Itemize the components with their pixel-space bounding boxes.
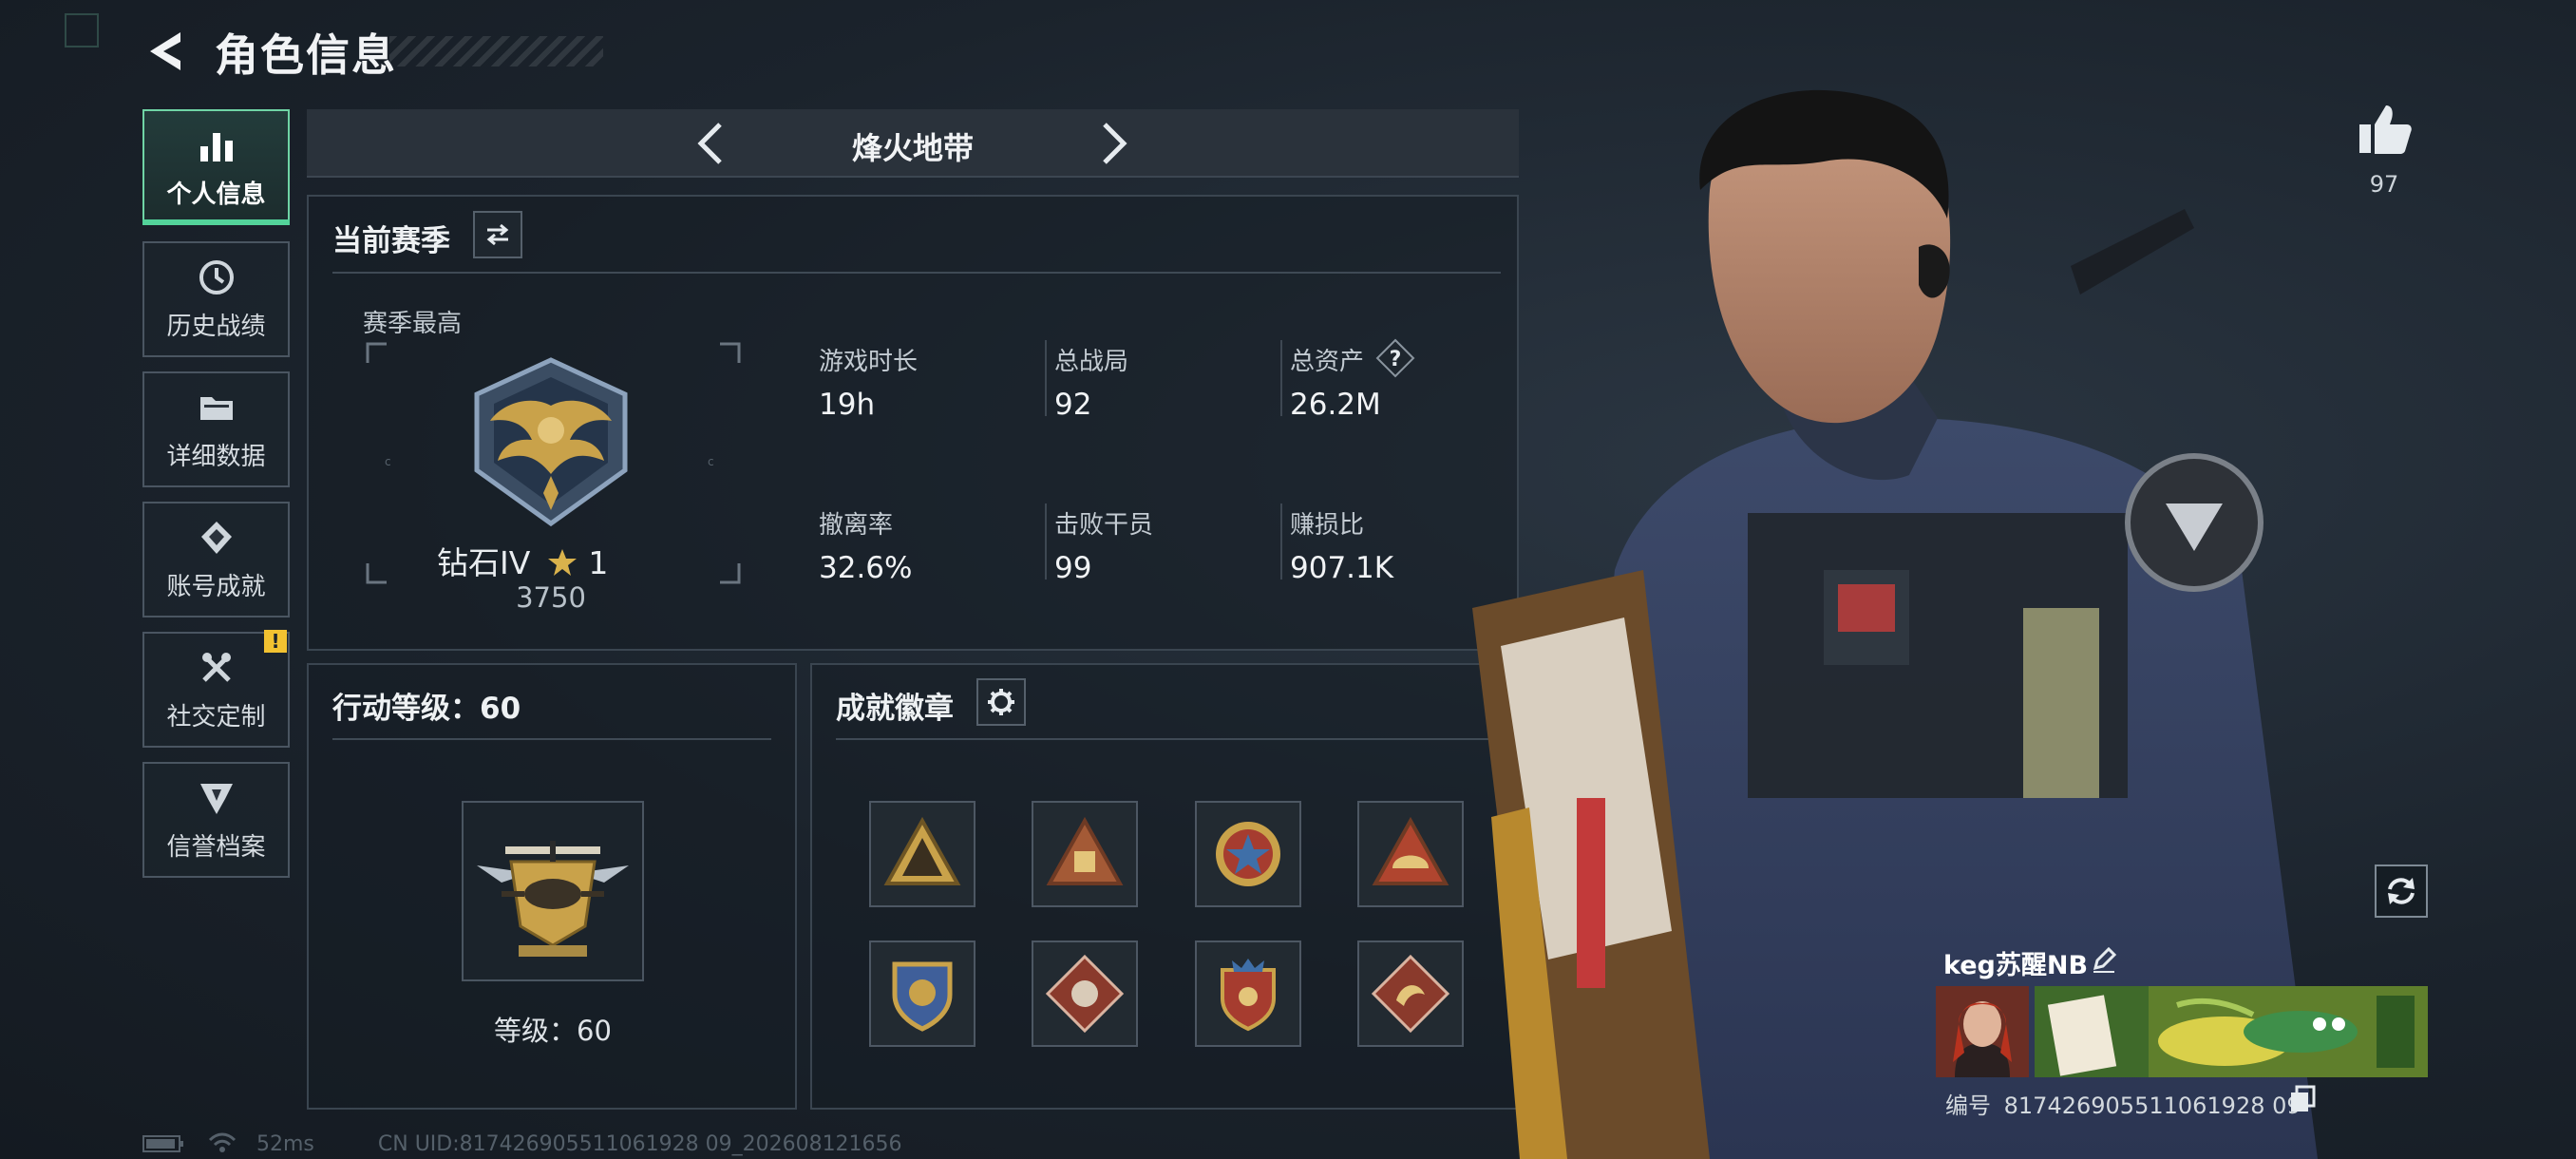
- sidebar-item-credit-record[interactable]: 信誉档案: [142, 762, 290, 878]
- dragon-diamond-badge-icon: [1371, 954, 1450, 1034]
- crown-shield-badge-icon: [1221, 959, 1276, 1032]
- player-id-label: 编号: [1945, 1092, 1991, 1119]
- player-id: 编号 817426905511061928 09: [1945, 1087, 2301, 1120]
- season-best-label: 赛季最高: [363, 310, 463, 338]
- stat-label: 游戏时长: [819, 348, 919, 376]
- stat-label: 总战局: [1054, 348, 1129, 376]
- divider: [332, 272, 1501, 274]
- shield-crest-badge-icon: [892, 961, 953, 1032]
- warning-triangle-badge-icon: [883, 816, 961, 885]
- achievement-badge[interactable]: [1195, 940, 1301, 1047]
- thumbs-up-icon[interactable]: [2356, 100, 2415, 159]
- stat-value: 19h: [819, 388, 876, 422]
- achievement-settings-button[interactable]: [976, 678, 1026, 726]
- divider: [1045, 340, 1047, 416]
- achievement-badge[interactable]: [1032, 801, 1138, 907]
- swap-icon: [486, 223, 509, 246]
- helicopter-emblem-icon: [477, 841, 629, 957]
- stat-value: 92: [1054, 388, 1092, 422]
- divider: [836, 738, 1496, 740]
- rank-stars: 1: [588, 544, 609, 581]
- divider: [1280, 504, 1282, 580]
- sidebar-item-detailed-data[interactable]: 详细数据: [142, 371, 290, 487]
- stat-label: 击败干员: [1054, 511, 1154, 540]
- bar-chart-icon: [199, 132, 233, 162]
- achievement-badge[interactable]: [1357, 801, 1464, 907]
- player-id-value: 817426905511061928 09: [2003, 1092, 2301, 1119]
- season-switch-button[interactable]: [473, 211, 522, 258]
- helmet-badge-icon: [1372, 816, 1449, 885]
- level-badge[interactable]: [462, 801, 644, 981]
- divider: [1045, 504, 1047, 580]
- sidebar-item-label: 社交定制: [166, 702, 266, 732]
- achievement-icon: [200, 521, 232, 554]
- sidebar-item-label: 详细数据: [166, 442, 266, 471]
- achievement-badge[interactable]: [869, 940, 975, 1047]
- help-icon[interactable]: ?: [1375, 338, 1415, 378]
- rank-display: 钻石IV 1: [437, 538, 608, 583]
- stat-value: 99: [1054, 551, 1092, 585]
- title-decoration: [389, 36, 603, 66]
- action-level-title: 行动等级：60: [332, 692, 521, 726]
- sidebar-item-history[interactable]: 历史战绩: [142, 241, 290, 357]
- stat-label: 赚损比: [1290, 511, 1365, 540]
- like-count: 97: [2369, 171, 2399, 198]
- rank-name: 钻石IV: [437, 544, 531, 581]
- sidebar-item-label: 个人信息: [166, 180, 266, 209]
- ping-text: 52ms: [256, 1132, 314, 1156]
- player-avatar[interactable]: [1936, 986, 2029, 1077]
- history-icon: [199, 259, 234, 294]
- level-text: 等级：60: [494, 1015, 612, 1047]
- rank-points: 3750: [516, 581, 586, 614]
- chevron-right-icon[interactable]: [1095, 119, 1133, 168]
- sidebar-item-label: 信誉档案: [166, 832, 266, 862]
- sidebar-item-label: 账号成就: [166, 572, 266, 601]
- svg-text:c: c: [385, 455, 391, 468]
- mode-title: 烽火地带: [851, 130, 974, 166]
- wolf-diamond-badge-icon: [1045, 954, 1125, 1034]
- divider: [332, 738, 771, 740]
- stat-label: 撤离率: [819, 511, 894, 540]
- season-title: 当前赛季: [332, 224, 450, 258]
- star-icon: [547, 549, 577, 576]
- refresh-button[interactable]: [2375, 864, 2428, 918]
- star-medal-badge-icon: [1216, 822, 1280, 886]
- alert-badge: !: [264, 630, 287, 653]
- uid-text: CN UID:817426905511061928 09_20260812165…: [377, 1132, 902, 1156]
- folder-icon: [199, 396, 233, 420]
- page-title: 角色信息: [215, 29, 397, 81]
- refresh-icon: [2388, 878, 2415, 904]
- tools-icon: [201, 652, 231, 682]
- stat-label: 总资产: [1290, 348, 1365, 376]
- achievement-badge[interactable]: [869, 801, 975, 907]
- rank-emblem-icon: [474, 357, 628, 527]
- copy-icon[interactable]: [2289, 1085, 2316, 1113]
- player-name: keg苏醒NB: [1943, 951, 2089, 980]
- player-banner: [2035, 986, 2428, 1077]
- sidebar-item-label: 历史战绩: [166, 312, 266, 341]
- back-arrow-icon[interactable]: [142, 27, 188, 76]
- achievement-badge[interactable]: [1195, 801, 1301, 907]
- divider: [1280, 340, 1282, 416]
- mode-selector: 烽火地带: [307, 109, 1519, 178]
- svg-text:?: ?: [1390, 348, 1402, 371]
- stat-value: 26.2M: [1290, 388, 1381, 422]
- shield-icon: [199, 783, 233, 814]
- battery-icon: [142, 1135, 183, 1152]
- achievement-badge[interactable]: [1357, 940, 1464, 1047]
- status-bar: 52ms CN UID:817426905511061928 09_202608…: [142, 1132, 902, 1156]
- corner-decoration: [65, 13, 99, 48]
- achievements-title: 成就徽章: [836, 692, 954, 726]
- svg-text:c: c: [708, 455, 714, 468]
- wifi-icon: [208, 1132, 237, 1152]
- sidebar-item-achievements[interactable]: 账号成就: [142, 502, 290, 618]
- stat-value: 32.6%: [819, 551, 913, 585]
- achievement-badge[interactable]: [1032, 940, 1138, 1047]
- edit-icon[interactable]: [2090, 945, 2118, 974]
- gold-bar-badge-icon: [1046, 816, 1124, 885]
- sidebar-item-personal-info[interactable]: 个人信息: [142, 109, 290, 225]
- gear-icon: [988, 689, 1014, 715]
- stat-value: 907.1K: [1290, 551, 1394, 585]
